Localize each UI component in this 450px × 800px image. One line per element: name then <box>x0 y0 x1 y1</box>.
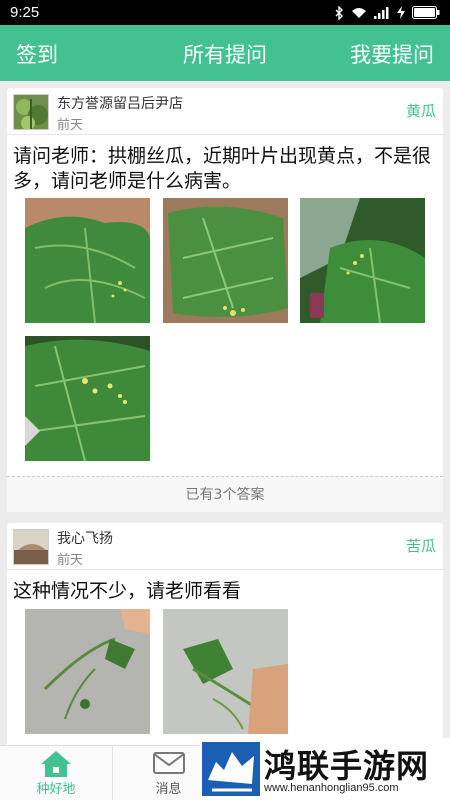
signal-icon <box>374 6 390 19</box>
crop-tag[interactable]: 黄瓜 <box>406 100 436 121</box>
question-feed[interactable]: 东方誉源留吕后尹店 前天 黄瓜 请问老师：拱棚丝瓜，近期叶片出现黄点，不是很多，… <box>0 81 450 745</box>
question-photo[interactable] <box>25 609 150 734</box>
card-header: 我心飞扬 前天 苦瓜 <box>7 523 443 570</box>
question-text[interactable]: 这种情况不少，请老师看看 <box>13 579 441 604</box>
user-name[interactable]: 东方誉源留吕后尹店 <box>57 93 183 113</box>
card-header: 东方誉源留吕后尹店 前天 黄瓜 <box>7 88 443 135</box>
page-title: 所有提问 <box>183 43 267 67</box>
user-name[interactable]: 我心飞扬 <box>57 528 113 548</box>
crop-tag[interactable]: 苦瓜 <box>406 535 436 556</box>
question-photo[interactable] <box>163 198 288 323</box>
question-card[interactable]: 东方誉源留吕后尹店 前天 黄瓜 请问老师：拱棚丝瓜，近期叶片出现黄点，不是很多，… <box>7 88 443 512</box>
watermark: 鸿联手游网 www.henanhonglian95.com <box>200 738 450 800</box>
question-photo[interactable] <box>25 198 150 323</box>
avatar[interactable] <box>13 529 49 565</box>
ask-question-button[interactable]: 我要提问 <box>350 39 434 69</box>
question-photo[interactable] <box>163 609 288 734</box>
status-bar: 9:25 <box>0 0 450 25</box>
battery-icon <box>412 6 440 19</box>
app-header: 签到 所有提问 我要提问 <box>0 25 450 81</box>
question-card[interactable]: 我心飞扬 前天 苦瓜 这种情况不少，请老师看看 <box>7 523 443 745</box>
watermark-url: www.henanhonglian95.com <box>264 782 399 794</box>
nav-home-label: 种好地 <box>36 782 76 797</box>
question-photo[interactable] <box>25 336 150 461</box>
post-time: 前天 <box>57 118 84 133</box>
bluetooth-icon <box>335 5 344 20</box>
question-text[interactable]: 请问老师：拱棚丝瓜，近期叶片出现黄点，不是很多，请问老师是什么病害。 <box>13 144 441 194</box>
watermark-logo <box>202 740 262 800</box>
avatar[interactable] <box>13 94 49 130</box>
wifi-icon <box>351 7 367 19</box>
question-photo[interactable] <box>300 198 425 323</box>
watermark-title: 鸿联手游网 <box>264 747 430 785</box>
status-icons <box>335 5 440 20</box>
envelope-icon <box>153 750 185 780</box>
checkin-button[interactable]: 签到 <box>16 39 58 69</box>
charging-icon <box>397 6 405 19</box>
post-time: 前天 <box>57 553 84 568</box>
nav-home[interactable]: 种好地 <box>0 746 112 800</box>
answers-count[interactable]: 已有3个答案 <box>7 476 443 512</box>
status-time: 9:25 <box>10 4 40 21</box>
